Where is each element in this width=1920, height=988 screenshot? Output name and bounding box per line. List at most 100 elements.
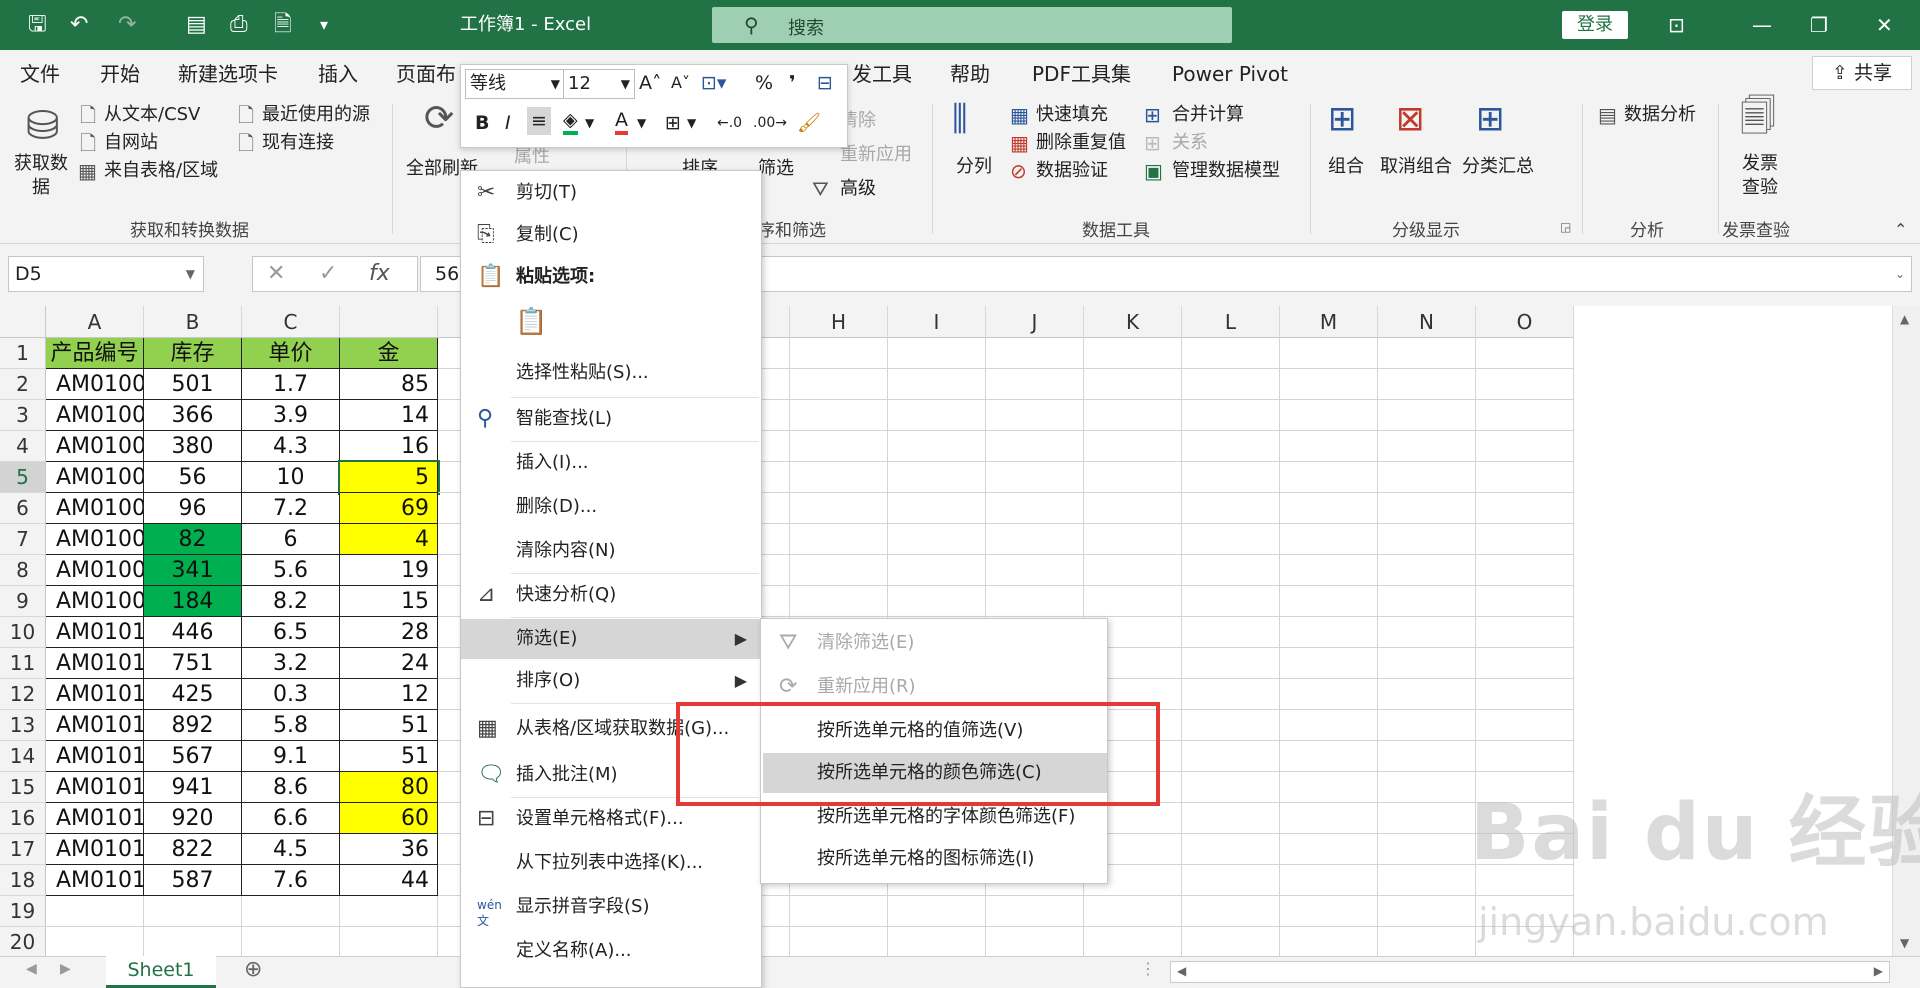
cell[interactable] (1378, 834, 1476, 865)
cell[interactable] (1182, 865, 1280, 896)
row-header[interactable]: 5 (0, 462, 46, 493)
cell[interactable]: 24 (340, 648, 438, 679)
scroll-right-icon[interactable]: ▶ (1874, 964, 1883, 978)
select-all-corner[interactable] (0, 306, 46, 338)
menu-item-define-name[interactable]: 定义名称(A)... (461, 931, 761, 971)
column-header[interactable] (340, 306, 438, 338)
cell[interactable] (888, 462, 986, 493)
cell[interactable]: 51 (340, 710, 438, 741)
cell[interactable]: 51 (340, 741, 438, 772)
cell[interactable] (986, 586, 1084, 617)
cell[interactable] (1378, 555, 1476, 586)
add-sheet-icon[interactable]: ⊕ (244, 957, 262, 982)
column-header[interactable]: N (1378, 306, 1476, 338)
cell[interactable] (340, 927, 438, 956)
split-button[interactable]: 分列 (956, 156, 992, 178)
cell[interactable]: 5.8 (242, 710, 340, 741)
cell[interactable]: 60 (340, 803, 438, 834)
decrease-decimal-icon[interactable]: .00→ (753, 109, 787, 137)
cell[interactable] (790, 586, 888, 617)
cell[interactable] (986, 524, 1084, 555)
cell[interactable] (1280, 679, 1378, 710)
cell[interactable] (46, 896, 144, 927)
cell[interactable] (1280, 338, 1378, 369)
form-icon[interactable]: ▤ (186, 12, 207, 38)
close-icon[interactable]: ✕ (1876, 11, 1893, 39)
increase-decimal-icon[interactable]: ←.0 (717, 109, 742, 137)
paste-keep-text-icon[interactable]: 📋 (515, 307, 551, 347)
cell[interactable] (1378, 431, 1476, 462)
name-box[interactable]: D5 ▼ (8, 256, 204, 292)
cell[interactable] (1280, 555, 1378, 586)
row-header[interactable]: 7 (0, 524, 46, 555)
menu-item-smart-lookup[interactable]: ⚲ 智能查找(L) (461, 399, 761, 439)
cell[interactable] (1280, 927, 1378, 956)
font-color-icon[interactable]: A (615, 109, 628, 135)
submenu-item-reapply[interactable]: ⟳ 重新应用(R) (763, 667, 1107, 707)
cell[interactable]: AM01004 (46, 431, 144, 462)
cell[interactable]: 7.2 (242, 493, 340, 524)
font-name-select[interactable]: 等线 ▼ (465, 69, 565, 99)
column-header[interactable]: I (888, 306, 986, 338)
group-button[interactable]: 组合 (1328, 156, 1364, 178)
cell[interactable] (790, 555, 888, 586)
restore-icon[interactable]: ❐ (1810, 11, 1828, 39)
cell[interactable] (1182, 462, 1280, 493)
cell[interactable]: 6.5 (242, 617, 340, 648)
row-header[interactable]: 2 (0, 369, 46, 400)
cell[interactable] (1378, 369, 1476, 400)
cell[interactable] (986, 493, 1084, 524)
cell[interactable]: 6.6 (242, 803, 340, 834)
tab-file[interactable]: 文件 (20, 62, 60, 86)
cell[interactable] (1182, 710, 1280, 741)
insert-function-icon[interactable]: fx (369, 261, 390, 286)
cell[interactable] (790, 493, 888, 524)
row-header[interactable]: 10 (0, 617, 46, 648)
dialog-launcher-icon[interactable]: ◲ (1560, 220, 1571, 234)
cell[interactable] (1084, 524, 1182, 555)
cell[interactable] (1476, 617, 1574, 648)
cell[interactable]: 44 (340, 865, 438, 896)
scroll-left-icon[interactable]: ◀ (1177, 964, 1186, 978)
cell[interactable] (1084, 493, 1182, 524)
column-header[interactable]: B (144, 306, 242, 338)
cell[interactable]: AM01005 (46, 462, 144, 493)
chevron-down-icon[interactable]: ▼ (186, 257, 195, 291)
cell[interactable]: AM01008 (46, 555, 144, 586)
column-header[interactable]: C (242, 306, 340, 338)
cell[interactable]: 341 (144, 555, 242, 586)
menu-item-clear-contents[interactable]: 清除内容(N) (461, 531, 761, 571)
number-format-icon[interactable]: ⊡▾ (701, 69, 726, 97)
scroll-down-icon[interactable]: ▼ (1900, 936, 1909, 950)
cell[interactable] (1476, 338, 1574, 369)
cell[interactable]: 8.6 (242, 772, 340, 803)
filter-button[interactable]: 筛选 (758, 158, 794, 180)
cell[interactable] (1182, 617, 1280, 648)
tab-help[interactable]: 帮助 (950, 62, 990, 86)
bold-button[interactable]: B (475, 109, 489, 137)
cell[interactable]: AM01016 (46, 803, 144, 834)
column-header[interactable]: O (1476, 306, 1574, 338)
consolidate-button[interactable]: 合并计算 (1172, 104, 1244, 126)
recent-sources-button[interactable]: 最近使用的源 (262, 104, 370, 126)
menu-item-quick-analysis[interactable]: ⊿ 快速分析(Q) (461, 575, 761, 615)
cell[interactable] (986, 927, 1084, 956)
cell[interactable]: 822 (144, 834, 242, 865)
cell[interactable] (1378, 648, 1476, 679)
cell[interactable] (1280, 462, 1378, 493)
cell[interactable] (1378, 710, 1476, 741)
cell[interactable] (986, 400, 1084, 431)
column-header[interactable]: A (46, 306, 144, 338)
row-header[interactable]: 1 (0, 338, 46, 369)
cell[interactable] (1280, 772, 1378, 803)
chevron-down-icon[interactable]: ▼ (687, 109, 696, 137)
cell[interactable] (1182, 927, 1280, 956)
row-header[interactable]: 19 (0, 896, 46, 927)
cell[interactable] (242, 927, 340, 956)
cell[interactable] (1378, 803, 1476, 834)
cell[interactable] (1084, 896, 1182, 927)
cell[interactable]: 金 (340, 338, 438, 369)
cell[interactable]: 库存 (144, 338, 242, 369)
cell[interactable]: 567 (144, 741, 242, 772)
cell[interactable] (888, 896, 986, 927)
